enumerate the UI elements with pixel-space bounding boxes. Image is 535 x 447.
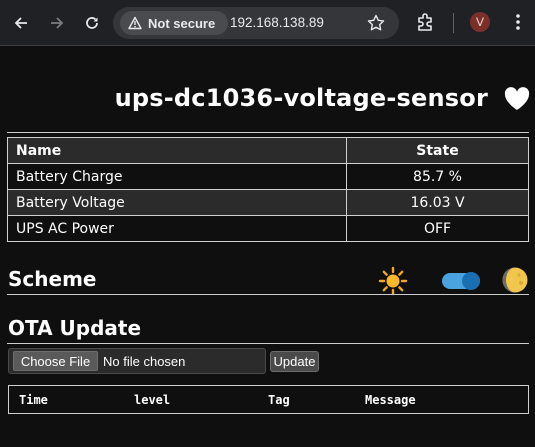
row-name: Battery Charge <box>7 163 347 190</box>
forward-button[interactable] <box>45 11 69 35</box>
warning-icon <box>128 16 142 30</box>
toggle-knob <box>462 272 480 290</box>
ota-divider <box>7 343 529 344</box>
sun-icon[interactable] <box>378 266 408 296</box>
security-chip[interactable]: Not secure <box>120 11 228 35</box>
browser-toolbar: Not secure 192.168.138.89 V <box>0 0 535 46</box>
column-header-state: State <box>346 137 529 164</box>
log-column-tag: Tag <box>268 393 290 407</box>
table-row: Battery Voltage 16.03 V <box>7 189 529 216</box>
security-label: Not secure <box>148 15 216 31</box>
reload-icon <box>86 17 98 29</box>
scheme-toggle[interactable] <box>442 272 480 290</box>
url-text[interactable]: 192.168.138.89 <box>230 15 324 30</box>
log-column-level: level <box>134 393 171 407</box>
log-table-header: Time level Tag Message <box>8 385 529 414</box>
title-divider <box>7 132 529 133</box>
extensions-icon[interactable] <box>415 11 437 33</box>
table-row: UPS AC Power OFF <box>7 215 529 242</box>
more-options-icon[interactable] <box>508 11 528 33</box>
log-column-message: Message <box>365 393 416 407</box>
page-title: ups-dc1036-voltage-sensor <box>114 84 488 112</box>
toolbar-divider <box>453 13 454 33</box>
scheme-title: Scheme <box>8 267 97 291</box>
arrow-right-icon <box>51 17 64 29</box>
log-column-time: Time <box>19 393 48 407</box>
row-state: 16.03 V <box>346 189 529 216</box>
ota-title: OTA Update <box>8 316 142 340</box>
file-status: No file chosen <box>103 354 186 369</box>
scheme-divider <box>7 294 529 295</box>
row-name: UPS AC Power <box>7 215 347 242</box>
states-table-header: Name State <box>7 137 529 164</box>
heart-icon <box>504 87 530 110</box>
table-row: Battery Charge 85.7 % <box>7 163 529 190</box>
bookmark-star-icon[interactable] <box>366 13 386 33</box>
reload-button[interactable] <box>80 11 104 35</box>
profile-avatar[interactable]: V <box>470 12 490 32</box>
address-bar[interactable]: Not secure 192.168.138.89 <box>113 7 399 39</box>
row-name: Battery Voltage <box>7 189 347 216</box>
column-header-name: Name <box>7 137 347 164</box>
back-button[interactable] <box>9 11 33 35</box>
choose-file-button[interactable]: Choose File <box>13 351 98 371</box>
row-state: OFF <box>346 215 529 242</box>
moon-icon[interactable] <box>500 265 530 295</box>
file-input[interactable]: Choose File No file chosen <box>8 348 266 374</box>
arrow-left-icon <box>14 17 27 29</box>
states-table: Name State Battery Charge 85.7 % Battery… <box>7 137 529 242</box>
update-button[interactable]: Update <box>270 351 319 372</box>
row-state: 85.7 % <box>346 163 529 190</box>
